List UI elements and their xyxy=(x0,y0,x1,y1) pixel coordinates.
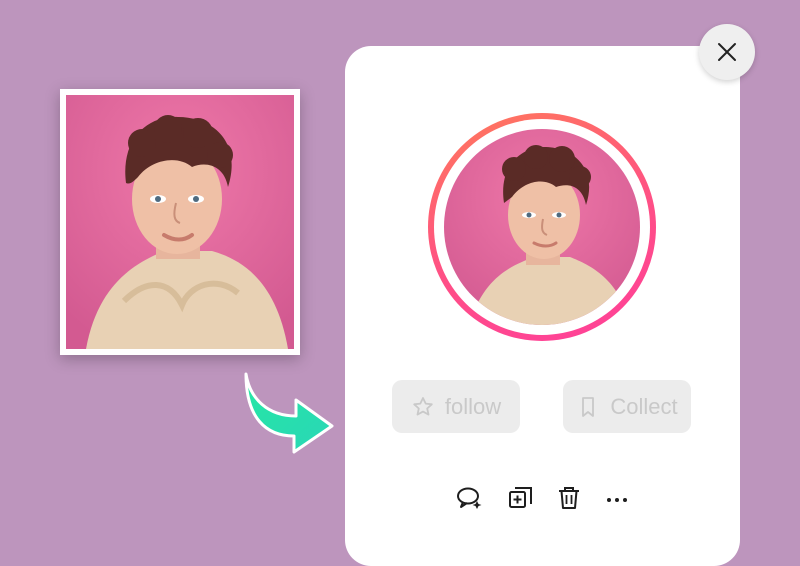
collect-label: Collect xyxy=(610,393,678,419)
more-icon[interactable] xyxy=(603,484,631,512)
avatar-border xyxy=(434,119,650,335)
profile-panel: follow Collect xyxy=(345,46,740,566)
trash-icon[interactable] xyxy=(555,484,583,512)
collect-button[interactable]: Collect xyxy=(563,380,691,433)
star-icon xyxy=(413,396,433,415)
portrait-photo xyxy=(66,95,294,349)
transform-arrow-icon xyxy=(244,372,334,454)
comment-icon[interactable] xyxy=(455,484,483,512)
avatar[interactable] xyxy=(444,129,640,325)
avatar-photo xyxy=(444,129,640,325)
follow-button[interactable]: follow xyxy=(392,380,520,433)
source-photo-card xyxy=(60,89,300,355)
close-button[interactable] xyxy=(699,24,755,80)
follow-label: follow xyxy=(444,393,502,419)
avatar-ring xyxy=(428,113,656,341)
close-icon xyxy=(718,43,736,61)
add-to-collection-icon[interactable] xyxy=(507,484,535,512)
action-bar xyxy=(455,484,635,512)
bookmark-icon xyxy=(582,396,595,417)
